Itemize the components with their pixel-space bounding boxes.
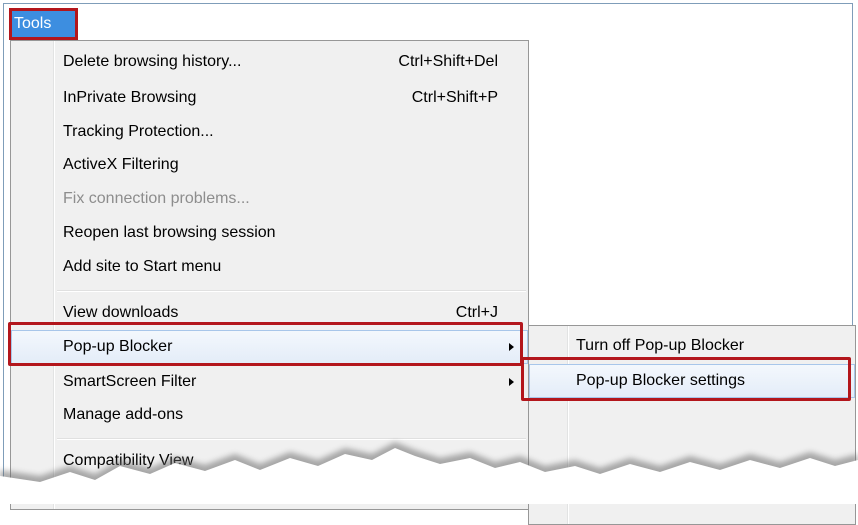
- submenu-arrow-icon: [509, 343, 514, 351]
- menu-item-label: SmartScreen Filter: [63, 373, 197, 390]
- menu-item-label: Pop-up Blocker: [63, 338, 173, 355]
- menu-item-reopen-last-session[interactable]: Reopen last browsing session: [11, 216, 528, 250]
- menu-item-shortcut: Ctrl+Shift+P: [411, 89, 498, 106]
- submenu-item-label: Pop-up Blocker settings: [576, 372, 745, 389]
- menu-item-label: View downloads: [63, 304, 179, 321]
- menu-item-label: Fix connection problems...: [63, 190, 250, 207]
- menu-item-delete-browsing-history[interactable]: Delete browsing history... Ctrl+Shift+De…: [11, 45, 528, 79]
- menu-separator: [57, 290, 526, 292]
- submenu-arrow-icon: [509, 378, 514, 386]
- menu-item-add-site-to-start[interactable]: Add site to Start menu: [11, 250, 528, 284]
- menu-item-popup-blocker[interactable]: Pop-up Blocker: [11, 330, 528, 364]
- menu-item-label: Delete browsing history...: [63, 53, 242, 70]
- menu-item-smartscreen-filter[interactable]: SmartScreen Filter: [11, 365, 528, 399]
- torn-paper-edge: [0, 442, 858, 504]
- submenu-item-turn-off-popup-blocker[interactable]: Turn off Pop-up Blocker: [529, 329, 855, 363]
- menu-item-label: InPrivate Browsing: [63, 89, 197, 106]
- menu-item-label: ActiveX Filtering: [63, 156, 179, 173]
- menu-item-activex-filtering[interactable]: ActiveX Filtering: [11, 148, 528, 182]
- menu-item-shortcut: Ctrl+J: [455, 304, 498, 321]
- menu-item-view-downloads[interactable]: View downloads Ctrl+J: [11, 296, 528, 330]
- menu-item-manage-addons[interactable]: Manage add-ons: [11, 398, 528, 432]
- menu-item-label: Tracking Protection...: [63, 123, 214, 140]
- tools-menu-button[interactable]: Tools: [9, 8, 78, 40]
- tools-menu-label: Tools: [14, 15, 52, 32]
- menu-item-label: Reopen last browsing session: [63, 224, 276, 241]
- menu-item-fix-connection-problems: Fix connection problems...: [11, 182, 528, 216]
- menu-item-inprivate-browsing[interactable]: InPrivate Browsing Ctrl+Shift+P: [11, 81, 528, 115]
- menu-item-label: Add site to Start menu: [63, 258, 222, 275]
- submenu-item-popup-blocker-settings[interactable]: Pop-up Blocker settings: [529, 364, 855, 398]
- submenu-item-label: Turn off Pop-up Blocker: [576, 337, 745, 354]
- menu-item-tracking-protection[interactable]: Tracking Protection...: [11, 115, 528, 149]
- menu-item-label: Manage add-ons: [63, 406, 184, 423]
- menu-item-shortcut: Ctrl+Shift+Del: [398, 53, 498, 70]
